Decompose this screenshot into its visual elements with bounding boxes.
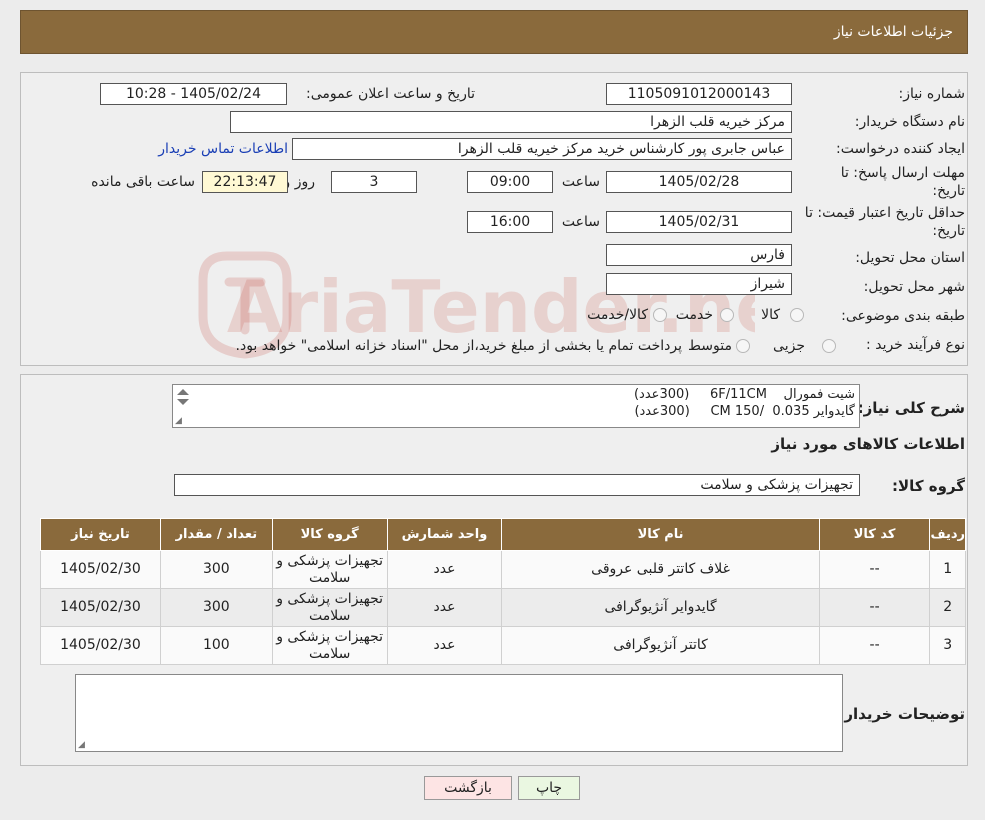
- table-header-row: ردیف کد کالا نام کالا واحد شمارش گروه کا…: [40, 518, 966, 551]
- goods-table: ردیف کد کالا نام کالا واحد شمارش گروه کا…: [40, 518, 966, 665]
- category-goods-radio[interactable]: [790, 308, 804, 322]
- category-goods-service-radio[interactable]: [653, 308, 667, 322]
- column-header-group: گروه کالا: [271, 518, 388, 551]
- name-cell: گایدوایر آنژیوگرافی: [501, 588, 820, 627]
- validity-time-field: 16:00: [467, 211, 553, 233]
- need-date-cell: 1405/02/30: [40, 588, 161, 627]
- code-cell: --: [818, 550, 931, 589]
- city-field: شیراز: [606, 273, 792, 295]
- buyer-notes-label: توضیحات خریدار:: [838, 705, 965, 723]
- deadline-label: مهلت ارسال پاسخ: تا: [840, 165, 965, 181]
- announce-datetime-field: 1405/02/24 - 10:28: [100, 83, 287, 105]
- column-header-quantity: تعداد / مقدار: [159, 518, 273, 551]
- category-service-label: خدمت: [675, 307, 713, 323]
- name-cell: کاتتر آنژیوگرافی: [501, 626, 820, 665]
- row-number-cell: 1: [929, 550, 966, 589]
- process-medium-radio[interactable]: [736, 339, 750, 353]
- province-field: فارس: [606, 244, 792, 266]
- description-line: گایدوایر 0.035 /150 CM (300عدد): [634, 404, 855, 419]
- column-header-need-date: تاریخ نیاز: [40, 518, 161, 551]
- creator-label: ایجاد کننده درخواست:: [836, 141, 965, 157]
- description-textarea[interactable]: شیت فمورال 6F/11CM (300عدد) گایدوایر 0.0…: [172, 384, 860, 428]
- category-goods-service-label: کالا/خدمت: [587, 307, 648, 323]
- table-row: 3 -- کاتتر آنژیوگرافی عدد تجهیزات پزشکی …: [40, 626, 966, 665]
- table-row: 1 -- غلاف کاتتر قلبی عروقی عدد تجهیزات پ…: [40, 550, 966, 589]
- quantity-cell: 100: [159, 626, 273, 665]
- validity-date-field: 1405/02/31: [606, 211, 792, 233]
- page-header: جزئیات اطلاعات نیاز: [20, 10, 968, 54]
- quantity-cell: 300: [159, 588, 273, 627]
- treasury-note: پرداخت تمام یا بخشی از مبلغ خرید،از محل …: [235, 338, 682, 354]
- goods-group-label: گروه کالا:: [892, 477, 965, 495]
- back-button[interactable]: بازگشت: [424, 776, 512, 800]
- process-medium-label: متوسط: [688, 338, 732, 354]
- column-header-name: نام کالا: [501, 518, 820, 551]
- code-cell: --: [818, 588, 931, 627]
- page-title: جزئیات اطلاعات نیاز: [833, 24, 953, 40]
- description-line: شیت فمورال 6F/11CM (300عدد): [633, 387, 855, 402]
- days-remaining-field: 3: [331, 171, 417, 193]
- deadline-time-label: ساعت: [561, 174, 600, 190]
- print-button[interactable]: چاپ: [518, 776, 580, 800]
- buyer-field: مرکز خیریه قلب الزهرا: [230, 111, 792, 133]
- category-label: طبقه بندی موضوعی:: [841, 308, 965, 324]
- buyer-label: نام دستگاه خریدار:: [854, 114, 965, 130]
- need-date-cell: 1405/02/30: [40, 550, 161, 589]
- scroll-down-icon[interactable]: [177, 399, 189, 405]
- scroll-up-icon[interactable]: [177, 389, 189, 395]
- process-minor-radio[interactable]: [822, 339, 836, 353]
- description-label: شرح کلی نیاز:: [857, 399, 965, 417]
- column-header-unit: واحد شمارش: [386, 518, 503, 551]
- validity-time-label: ساعت: [561, 214, 600, 230]
- group-cell: تجهیزات پزشکی و سلامت: [271, 626, 388, 665]
- unit-cell: عدد: [386, 550, 503, 589]
- column-header-code: کد کالا: [818, 518, 931, 551]
- province-label: استان محل تحویل:: [855, 250, 965, 266]
- days-label: روز و: [283, 174, 316, 190]
- buyer-notes-textarea[interactable]: ◢: [75, 674, 843, 752]
- row-number-cell: 2: [929, 588, 966, 627]
- group-cell: تجهیزات پزشکی و سلامت: [271, 588, 388, 627]
- need-number-field: 1105091012000143: [606, 83, 792, 105]
- process-minor-label: جزیی: [773, 338, 805, 354]
- name-cell: غلاف کاتتر قلبی عروقی: [501, 550, 820, 589]
- need-number-label: شماره نیاز:: [898, 86, 966, 102]
- validity-label-date: تاریخ:: [932, 223, 965, 239]
- process-label: نوع فرآیند خرید :: [866, 337, 965, 353]
- unit-cell: عدد: [386, 588, 503, 627]
- deadline-label-date: تاریخ:: [932, 183, 965, 199]
- quantity-cell: 300: [159, 550, 273, 589]
- deadline-date-field: 1405/02/28: [606, 171, 792, 193]
- row-number-cell: 3: [929, 626, 966, 665]
- goods-group-field: تجهیزات پزشکی و سلامت: [174, 474, 860, 496]
- announce-label: تاریخ و ساعت اعلان عمومی:: [306, 86, 475, 102]
- table-row: 2 -- گایدوایر آنژیوگرافی عدد تجهیزات پزش…: [40, 588, 966, 627]
- column-header-row-number: ردیف: [929, 518, 966, 551]
- time-remaining-label: ساعت باقی مانده: [91, 174, 195, 190]
- creator-field: عباس جابری پور کارشناس خرید مرکز خیریه ق…: [292, 138, 792, 160]
- resize-grip-icon[interactable]: ◢: [175, 416, 182, 426]
- code-cell: --: [818, 626, 931, 665]
- validity-label: حداقل تاریخ اعتبار قیمت: تا: [804, 205, 965, 221]
- deadline-time-field: 09:00: [467, 171, 553, 193]
- category-goods-label: کالا: [761, 307, 780, 323]
- time-remaining-field: 22:13:47: [202, 171, 288, 193]
- need-date-cell: 1405/02/30: [40, 626, 161, 665]
- category-service-radio[interactable]: [720, 308, 734, 322]
- city-label: شهر محل تحویل:: [863, 279, 965, 295]
- unit-cell: عدد: [386, 626, 503, 665]
- resize-grip-icon[interactable]: ◢: [78, 740, 85, 750]
- buyer-contact-link[interactable]: اطلاعات تماس خریدار: [158, 141, 288, 157]
- group-cell: تجهیزات پزشکی و سلامت: [271, 550, 388, 589]
- goods-section-title: اطلاعات کالاهای مورد نیاز: [771, 435, 965, 453]
